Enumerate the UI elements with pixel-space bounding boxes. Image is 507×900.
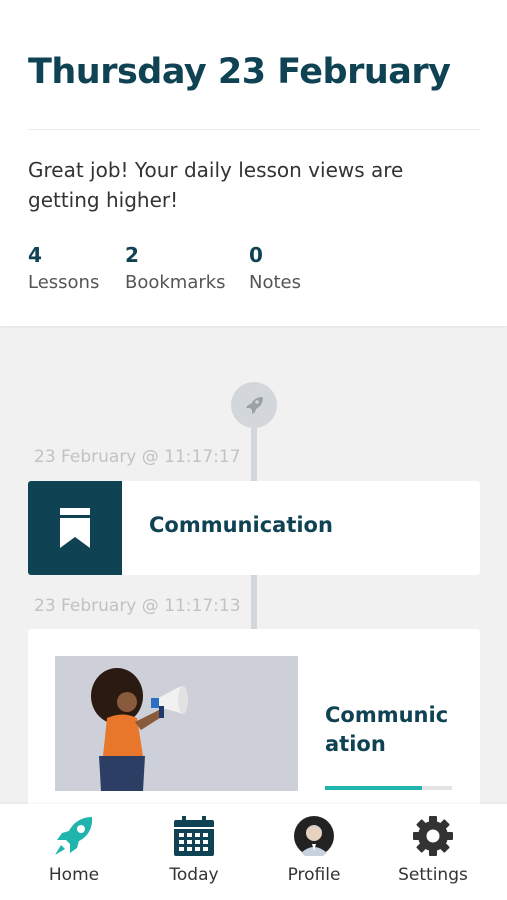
rocket-icon [55,817,93,855]
lesson-thumbnail [55,656,298,791]
timeline-timestamp: 23 February @ 11:17:13 [34,596,247,616]
stat-notes-label: Notes [249,272,301,293]
bottom-navigation: Home Today Profile Settings [0,804,507,900]
stat-bookmarks-label: Bookmarks [125,272,226,293]
stat-notes-value: 0 [249,243,263,267]
nav-label-home: Home [48,865,100,885]
nav-label-profile: Profile [287,865,341,885]
stat-notes: 0 Notes [249,243,301,297]
stat-bookmarks-value: 2 [125,243,139,267]
timeline-start-marker [231,382,277,428]
encouragement-message: Great job! Your daily lesson views are g… [28,158,404,212]
stat-lessons: 4 Lessons [28,243,99,297]
page-title: Thursday 23 February [28,52,451,92]
nav-item-settings[interactable]: Settings [378,814,488,894]
bookmark-card-title: Communication [149,513,333,537]
nav-item-profile[interactable]: Profile [259,814,369,894]
stat-lessons-value: 4 [28,243,42,267]
calendar-icon [174,816,214,856]
stat-bookmarks: 2 Bookmarks [125,243,226,297]
bookmark-badge [28,481,122,575]
nav-item-home[interactable]: Home [19,814,129,894]
lesson-card-title: Communication [325,703,449,756]
lesson-progress-bar [325,786,452,790]
bookmark-card[interactable]: Communication [28,481,480,575]
bookmark-icon [60,508,90,548]
nav-label-today: Today [169,865,219,885]
daily-summary-header: Thursday 23 February Great job! Your dai… [0,0,507,326]
woman-with-megaphone-image [55,656,298,791]
timeline-timestamp: 23 February @ 11:17:17 [34,447,247,467]
rocket-icon [246,397,263,414]
avatar-icon [294,816,334,856]
nav-item-today[interactable]: Today [139,814,249,894]
lesson-progress-fill [325,786,422,790]
stat-lessons-label: Lessons [28,272,100,293]
gear-icon [413,816,453,856]
nav-label-settings: Settings [398,865,468,885]
header-divider [28,129,480,130]
lesson-card[interactable]: Communication [28,629,480,829]
